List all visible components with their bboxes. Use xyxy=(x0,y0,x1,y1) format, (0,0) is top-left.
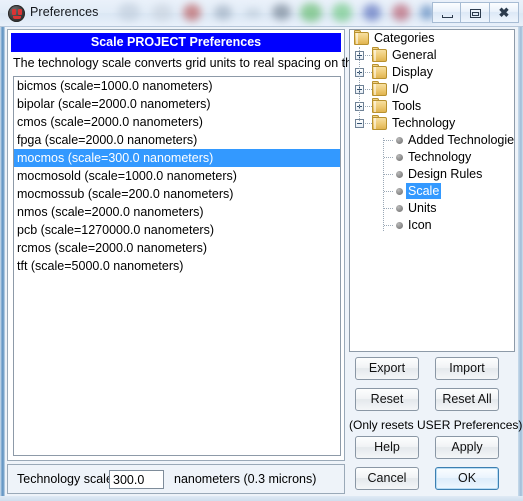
title-bar[interactable]: Preferences ✖ xyxy=(0,0,523,27)
tree-vertical-guide-technology xyxy=(383,138,385,231)
tree-connector-line xyxy=(365,89,372,91)
export-button[interactable]: Export xyxy=(355,357,419,380)
tree-node-added-technologies[interactable]: Added Technologies xyxy=(350,132,514,149)
technology-list-item[interactable]: tft (scale=5000.0 nanometers) xyxy=(14,257,340,275)
app-bug-icon xyxy=(8,5,25,22)
tree-node-technology[interactable]: Technology xyxy=(350,149,514,166)
panel-title: Scale PROJECT Preferences xyxy=(11,33,341,52)
categories-tree[interactable]: Categories General Display I/O Tools Technolo… xyxy=(349,29,515,352)
tree-node-label: Added Technologies xyxy=(408,133,515,147)
help-button[interactable]: Help xyxy=(355,436,419,459)
scale-preferences-panel: Scale PROJECT Preferences The technology… xyxy=(7,29,389,461)
preferences-window: Preferences ✖ Scale PROJECT Preferences … xyxy=(0,0,523,501)
technology-scale-label: Technology scale: xyxy=(17,472,117,486)
leaf-bullet-icon xyxy=(396,222,403,229)
leaf-bullet-icon xyxy=(396,171,403,178)
close-icon: ✖ xyxy=(498,5,510,20)
folder-icon xyxy=(372,98,387,113)
technology-list-item[interactable]: mocmos (scale=300.0 nanometers) xyxy=(14,149,340,167)
tree-vertical-guide-root xyxy=(359,47,361,121)
tree-connector-line xyxy=(384,225,393,227)
tree-connector-line xyxy=(365,72,372,74)
tree-node-label: Display xyxy=(392,65,433,79)
tree-connector-line xyxy=(384,157,393,159)
tree-node-display[interactable]: Display xyxy=(350,64,514,81)
folder-icon xyxy=(372,64,387,79)
window-title: Preferences xyxy=(30,5,99,19)
technology-list-item[interactable]: bipolar (scale=2000.0 nanometers) xyxy=(14,95,340,113)
technology-list[interactable]: bicmos (scale=1000.0 nanometers) bipolar … xyxy=(13,76,341,456)
left-border-rail xyxy=(0,27,5,501)
import-button[interactable]: Import xyxy=(435,357,499,380)
technology-list-item[interactable]: rcmos (scale=2000.0 nanometers) xyxy=(14,239,340,257)
leaf-bullet-icon xyxy=(396,205,403,212)
folder-icon xyxy=(354,30,369,45)
tree-node-tools[interactable]: Tools xyxy=(350,98,514,115)
leaf-bullet-icon xyxy=(396,137,403,144)
tree-connector-line xyxy=(365,106,372,108)
reset-note: (Only resets USER Preferences) xyxy=(349,418,523,432)
tree-node-units[interactable]: Units xyxy=(350,200,514,217)
tree-connector-line xyxy=(384,140,393,142)
tree-node-label: Units xyxy=(408,201,437,215)
tree-connector-line xyxy=(384,191,393,193)
minimize-icon xyxy=(442,15,453,18)
tree-node-label: Design Rules xyxy=(408,167,483,181)
minimize-button[interactable] xyxy=(432,2,461,23)
folder-icon xyxy=(372,115,387,130)
tree-node-label: Scale xyxy=(406,183,442,199)
tree-node-label: General xyxy=(392,48,437,62)
technology-scale-units: nanometers (0.3 microns) xyxy=(174,472,317,486)
tree-connector-line xyxy=(365,55,372,57)
folder-icon xyxy=(372,81,387,96)
window-body: Scale PROJECT Preferences The technology… xyxy=(0,27,523,501)
tree-node-label: Categories xyxy=(374,31,435,45)
panel-description: The technology scale converts grid units… xyxy=(13,56,389,70)
tree-connector-line xyxy=(365,123,372,125)
tree-node-scale[interactable]: Scale xyxy=(350,183,514,200)
tree-node-general[interactable]: General xyxy=(350,47,514,64)
leaf-bullet-icon xyxy=(396,154,403,161)
technology-scale-row: Technology scale: nanometers (0.3 micron… xyxy=(7,464,345,494)
tree-connector-line xyxy=(384,174,393,176)
cancel-button[interactable]: Cancel xyxy=(355,467,419,490)
ok-button[interactable]: OK xyxy=(435,467,499,490)
tree-node-label: Technology xyxy=(408,150,472,164)
tree-node-design-rules[interactable]: Design Rules xyxy=(350,166,514,183)
tree-node-i-o[interactable]: I/O xyxy=(350,81,514,98)
technology-scale-input[interactable] xyxy=(109,470,164,489)
maximize-button[interactable] xyxy=(461,2,490,23)
tree-node-label: Icon xyxy=(408,218,432,232)
technology-list-item[interactable]: fpga (scale=2000.0 nanometers) xyxy=(14,131,340,149)
window-controls: ✖ xyxy=(432,2,519,23)
technology-list-item[interactable]: pcb (scale=1270000.0 nanometers) xyxy=(14,221,340,239)
tree-node-categories[interactable]: Categories xyxy=(350,30,514,47)
technology-list-item[interactable]: nmos (scale=2000.0 nanometers) xyxy=(14,203,340,221)
button-panel: Export Import Reset Reset All (Only rese… xyxy=(349,357,523,495)
tree-node-technology[interactable]: Technology xyxy=(350,115,514,132)
technology-list-item[interactable]: bicmos (scale=1000.0 nanometers) xyxy=(14,77,340,95)
apply-button[interactable]: Apply xyxy=(435,436,499,459)
close-button[interactable]: ✖ xyxy=(490,2,519,23)
folder-icon xyxy=(372,47,387,62)
technology-list-item[interactable]: mocmossub (scale=200.0 nanometers) xyxy=(14,185,340,203)
technology-list-item[interactable]: mocmosold (scale=1000.0 nanometers) xyxy=(14,167,340,185)
bottom-border-rail xyxy=(0,496,523,501)
tree-node-icon[interactable]: Icon xyxy=(350,217,514,234)
technology-list-item[interactable]: cmos (scale=2000.0 nanometers) xyxy=(14,113,340,131)
reset-all-button[interactable]: Reset All xyxy=(435,388,499,411)
tree-node-label: Technology xyxy=(392,116,456,130)
reset-button[interactable]: Reset xyxy=(355,388,419,411)
leaf-bullet-icon xyxy=(396,188,403,195)
tree-connector-line xyxy=(384,208,393,210)
tree-node-label: I/O xyxy=(392,82,409,96)
tree-node-label: Tools xyxy=(392,99,422,113)
